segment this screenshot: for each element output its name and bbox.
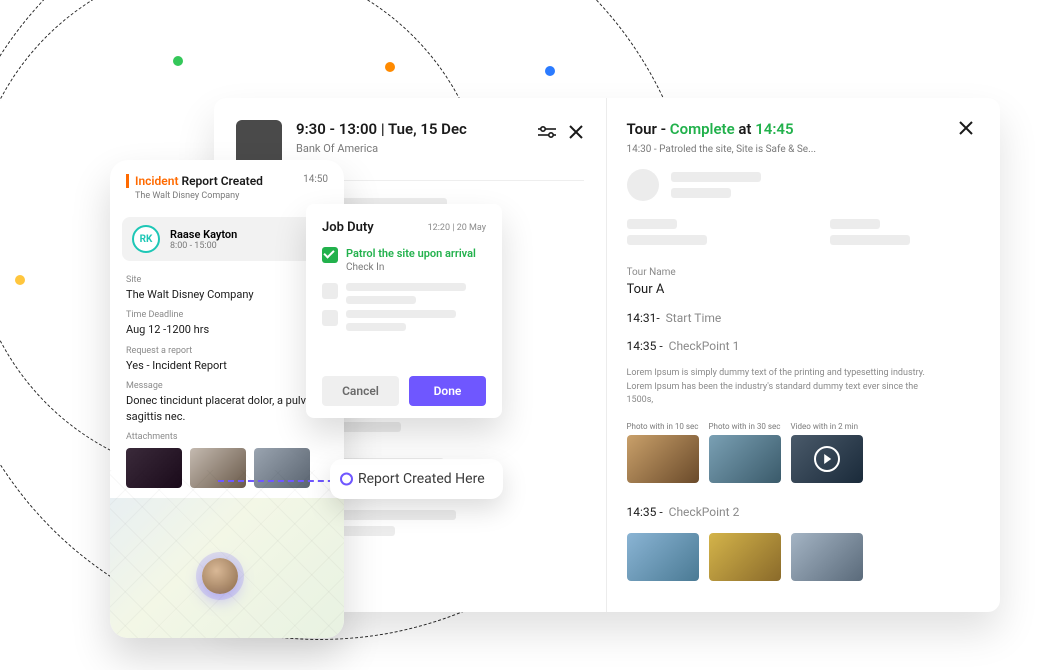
incident-time: 14:50 — [303, 174, 328, 185]
shift-title: 9:30 - 13:00 | Tue, 15 Dec — [296, 120, 524, 138]
tour-name-label: Tour Name — [627, 267, 975, 278]
shift-date: Tue, 15 Dec — [388, 120, 467, 138]
thumb-label: Photo with in 30 sec — [709, 422, 781, 431]
job-duty-date: 12:20 | 20 May — [428, 223, 486, 233]
job-duty-title: Job Duty — [322, 220, 374, 235]
tour-meta-placeholder — [627, 219, 975, 245]
report-value: Yes - Incident Report — [126, 358, 328, 373]
tour-checkpoint-2: 14:35 - CheckPoint 2 — [627, 505, 975, 519]
duty-item-sub: Check In — [346, 262, 476, 273]
media-row-2 — [627, 533, 975, 581]
tour-title: Tour - Complete at 14:45 — [627, 120, 794, 138]
photo-thumbnail[interactable] — [627, 533, 699, 581]
tour-checkpoint-1: 14:35 - CheckPoint 1 — [627, 339, 975, 353]
checkbox-empty-icon[interactable] — [322, 310, 338, 326]
duty-item-checked[interactable]: Patrol the site upon arrival Check In — [322, 247, 486, 273]
avatar: RK — [132, 225, 160, 253]
tour-description: Lorem Ipsum is simply dummy text of the … — [627, 367, 937, 408]
photo-thumbnail[interactable] — [709, 435, 781, 483]
user-name: Raase Kayton — [170, 228, 237, 241]
thumb-label: Video with in 2 min — [791, 422, 863, 431]
site-label: Site — [126, 275, 328, 285]
map-pin[interactable] — [202, 558, 238, 594]
deadline-value: Aug 12 -1200 hrs — [126, 322, 328, 337]
incident-company: The Walt Disney Company — [135, 191, 328, 201]
report-created-tag: Report Created Here — [330, 459, 503, 499]
tour-status: Complete — [670, 120, 735, 138]
site-value: The Walt Disney Company — [126, 287, 328, 302]
cancel-button[interactable]: Cancel — [322, 376, 399, 406]
report-label: Request a report — [126, 346, 328, 356]
photo-thumbnail[interactable] — [709, 533, 781, 581]
tour-panel: Tour - Complete at 14:45 14:30 - Patrole… — [607, 98, 1001, 612]
close-icon[interactable] — [568, 124, 584, 140]
tour-name-value: Tour A — [627, 282, 975, 297]
thumb-label: Photo with in 10 sec — [627, 422, 699, 431]
tag-text: Report Created Here — [358, 471, 485, 487]
checkbox-checked-icon[interactable] — [322, 247, 338, 263]
tour-user-placeholder — [627, 169, 975, 201]
shift-time-range: 9:30 - 13:00 — [296, 120, 377, 138]
settings-icon[interactable] — [538, 124, 554, 140]
duty-item-placeholder — [322, 283, 486, 304]
close-icon[interactable] — [958, 120, 974, 136]
message-label: Message — [126, 381, 328, 391]
video-thumbnail[interactable] — [791, 435, 863, 483]
photo-thumbnail[interactable] — [791, 533, 863, 581]
user-chip[interactable]: RK Raase Kayton 8:00 - 15:00 — [122, 217, 332, 261]
tour-start: 14:31- Start Time — [627, 311, 975, 325]
map[interactable] — [110, 498, 344, 638]
user-hours: 8:00 - 15:00 — [170, 241, 237, 251]
attachments-label: Attachments — [126, 432, 328, 442]
incident-title: Incident Report Created — [126, 174, 263, 188]
job-duty-card: Job Duty 12:20 | 20 May Patrol the site … — [306, 204, 502, 418]
message-value: Donec tincidunt placerat dolor, a pulvin… — [126, 393, 328, 424]
duty-item-label: Patrol the site upon arrival — [346, 247, 476, 260]
media-row-1: Photo with in 10 sec Photo with in 30 se… — [627, 422, 975, 483]
tour-complete-time: 14:45 — [755, 120, 793, 138]
photo-thumbnail[interactable] — [627, 435, 699, 483]
checkbox-empty-icon[interactable] — [322, 283, 338, 299]
duty-item-placeholder — [322, 310, 486, 331]
tour-subtitle: 14:30 - Patroled the site, Site is Safe … — [627, 144, 975, 155]
shift-subtitle: Bank Of America — [296, 142, 524, 155]
done-button[interactable]: Done — [409, 376, 486, 406]
deadline-label: Time Deadline — [126, 310, 328, 320]
